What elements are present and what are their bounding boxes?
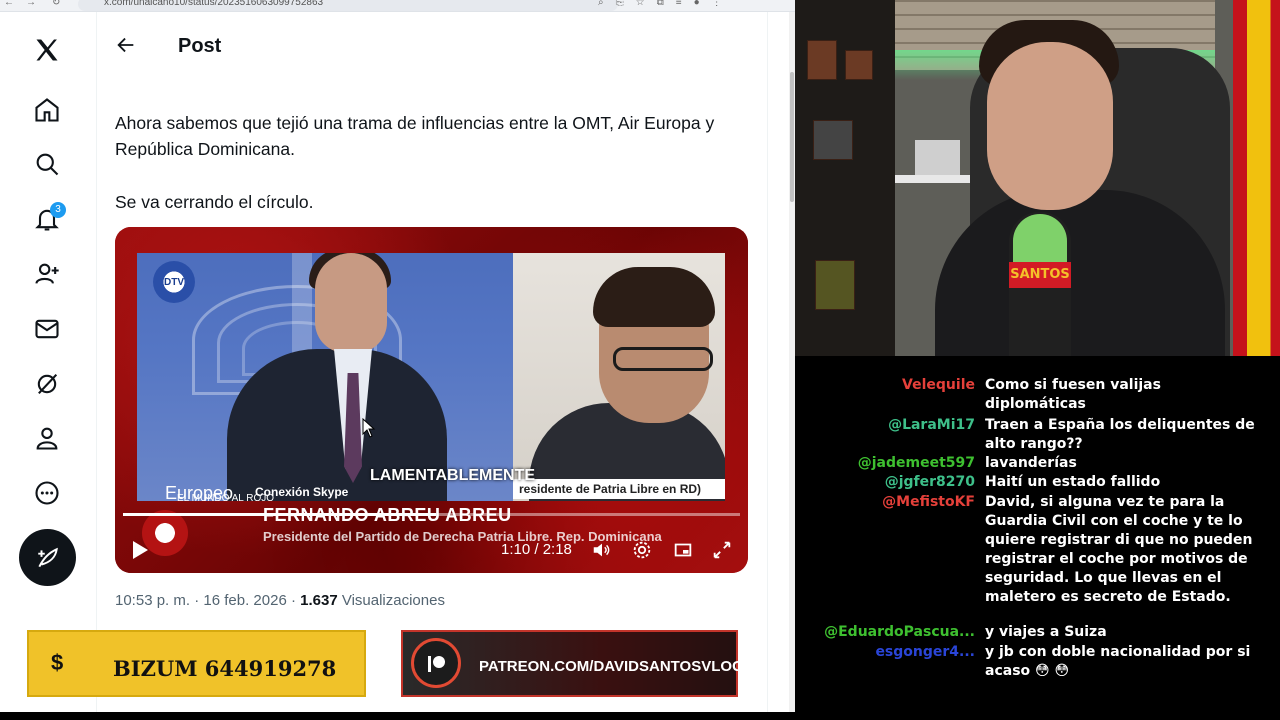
sidebar-nav: 3 [0,12,96,712]
progress-fill [123,513,436,516]
live-chat: Velequile Como si fuesen valijas diplomát… [795,356,1280,712]
scrollbar-thumb[interactable] [790,72,794,202]
video-left-frame: DTV Europeo [137,253,513,501]
chat-username[interactable]: Velequile [902,376,975,395]
back-arrow-icon[interactable] [115,34,137,56]
chat-text: David, si alguna vez te para la Guardia … [985,494,1253,605]
shelf-item [807,40,837,80]
patreon-banner: PATREON.COM/DAVIDSANTOSVLOG [401,630,744,697]
video-controls: 1:10 / 2:18 [115,529,748,569]
chat-username[interactable]: @MefistoKF [882,493,975,512]
webcam-feed: SANTOS [795,0,1280,356]
chat-text: y viajes a Suiza [985,624,1107,640]
pip-icon[interactable] [672,539,694,561]
video-time: 1:10 / 2:18 [501,541,572,558]
chat-text: Traen a España los deliquentes de alto r… [985,417,1255,452]
search-icon[interactable] [28,145,66,183]
reading-list-icon[interactable]: ≡ [676,0,682,8]
compose-feather-icon [37,547,58,567]
post-meta: 10:53 p. m. · 16 feb. 2026 · 1.637 Visua… [115,592,445,609]
shelf [795,0,895,356]
browser-window: ← → ↻ x.com/unaicano10/status/2023516063… [0,0,795,712]
zoom-icon[interactable]: ⌕ [598,0,604,8]
bizum-banner: $ BIZUM 644919278 [27,630,366,697]
fullscreen-icon[interactable] [711,539,733,561]
post-header: Post [97,12,767,72]
messages-icon[interactable] [28,310,66,348]
patreon-text: PATREON.COM/DAVIDSANTOSVLOG [479,658,744,675]
notifications-badge: 3 [50,202,66,218]
more-icon[interactable] [28,474,66,512]
video-player[interactable]: DTV Europeo residente de Patria Libre en… [115,227,748,573]
chat-text: lavanderías [985,455,1077,471]
chat-username[interactable]: @LaraMi17 [888,416,975,435]
mic-brand-label: SANTOS [1009,262,1071,288]
chat-username[interactable]: esgonger4... [875,643,975,662]
speaker-head [315,253,387,353]
profile-icon[interactable] [28,419,66,457]
views-label: Visualizaciones [337,592,445,609]
column-divider [767,12,768,712]
compose-button[interactable] [19,529,76,586]
chat-username[interactable]: @jademeet597 [858,454,975,473]
reload-icon[interactable]: ↻ [52,0,60,8]
forward-arrow-icon[interactable]: → [26,0,36,8]
notifications-icon[interactable]: 3 [28,200,66,238]
x-logo-icon[interactable] [28,31,66,69]
dollar-icon: $ [51,650,64,675]
spain-flag [1233,0,1280,356]
back-arrow-icon[interactable]: ← [4,0,14,8]
settings-gear-icon[interactable] [631,539,653,561]
subtitle-caption: LAMENTABLEMENTE [370,467,536,484]
shelf-item [815,260,855,310]
star-icon[interactable]: ☆ [636,0,645,8]
volume-icon[interactable] [591,539,613,561]
mouse-cursor-icon [362,418,376,438]
extensions-icon[interactable]: ⧉ [657,0,664,8]
view-count: 1.637 [300,592,338,609]
patria-caption: residente de Patria Libre en RD) [513,479,725,499]
grok-icon[interactable] [28,365,66,403]
chat-text: Haití un estado fallido [985,474,1161,490]
skype-tag: Conexión Skype [255,485,349,499]
address-bar: ← → ↻ x.com/unaicano10/status/2023516063… [0,0,795,12]
patreon-icon [428,656,445,672]
monitor [915,140,960,180]
guest-glasses [613,347,713,371]
video-right-frame [513,253,725,501]
follow-icon[interactable] [28,255,66,293]
share-icon[interactable]: ⎘ [616,0,624,8]
screen: ← → ↻ x.com/unaicano10/status/2023516063… [0,0,1280,720]
url-field[interactable]: x.com/unaicano10/status/2023516063099752… [78,0,618,11]
menu-icon[interactable]: ⋮ [712,0,722,8]
chat-username[interactable]: @jgfer8270 [885,473,975,492]
chat-username[interactable]: @EduardoPascua... [824,623,975,642]
desk-shelf [895,175,975,183]
post-timestamp: 10:53 p. m. · 16 feb. 2026 · [115,592,301,609]
tweet-text: Ahora sabemos que tejió una trama de inf… [115,110,735,242]
shelf-item [813,120,853,160]
page-title: Post [178,35,222,57]
shelf-item [845,50,873,80]
profile-icon[interactable]: ● [694,0,700,8]
chat-text: y jb con doble nacionalidad por si acaso… [985,644,1251,679]
dtv-logo: DTV [153,261,195,303]
home-icon[interactable] [28,91,66,129]
bottom-bar [0,712,1280,720]
streamer-face [987,42,1113,210]
chat-text: Como si fuesen valijas diplomáticas [985,377,1161,412]
tweet-paragraph: Se va cerrando el círculo. [115,192,314,212]
bizum-text: BIZUM 644919278 [113,656,337,681]
nav-divider [96,12,97,712]
guest-hair [593,267,715,327]
video-progress-bar[interactable] [123,513,740,516]
toolbar-icons: ⌕ ⎘ ☆ ⧉ ≡ ● ⋮ [598,0,722,8]
patreon-logo [411,638,461,688]
play-icon[interactable] [130,539,150,561]
tweet-paragraph: Ahora sabemos que tejió una trama de inf… [115,113,715,159]
